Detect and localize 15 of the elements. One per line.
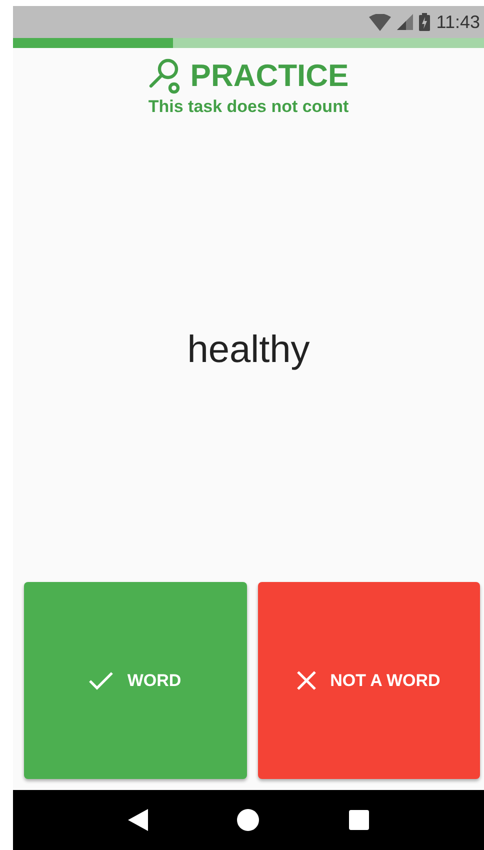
wifi-icon — [369, 14, 392, 30]
cell-signal-icon — [397, 14, 414, 30]
check-icon — [89, 672, 114, 690]
back-icon[interactable] — [128, 809, 148, 831]
status-time: 11:43 — [436, 10, 480, 34]
close-icon — [297, 671, 316, 690]
battery-charging-icon — [419, 13, 430, 31]
recents-icon[interactable] — [349, 810, 370, 830]
practice-title: PRACTICE — [190, 58, 349, 94]
home-icon[interactable] — [237, 809, 260, 831]
not-a-word-button[interactable]: NOT A WORD — [258, 582, 480, 779]
word-button[interactable]: WORD — [24, 582, 246, 779]
stimulus-word: healthy — [187, 328, 310, 374]
practice-subtitle: This task does not count — [148, 96, 349, 118]
racket-icon — [148, 58, 182, 94]
